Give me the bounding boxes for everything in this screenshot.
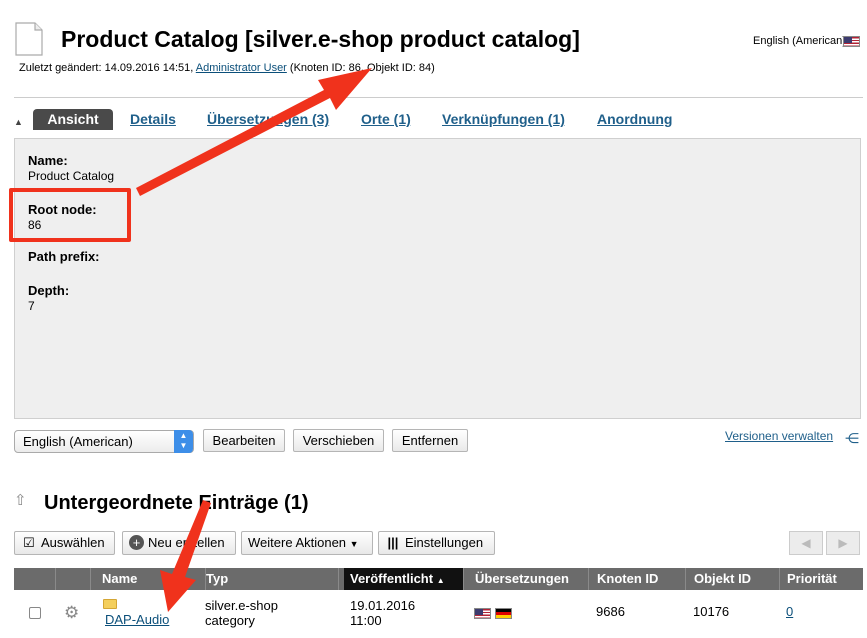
table-header: Name Typ Veröffentlicht ▲ Übersetzungen … <box>14 568 863 590</box>
select-button[interactable]: ☑ Auswählen <box>14 531 115 555</box>
divider <box>14 97 863 98</box>
col-select <box>14 568 56 590</box>
children-title: Untergeordnete Einträge (1) <box>44 492 309 514</box>
versions-icon[interactable]: ⋲ <box>845 430 859 447</box>
de-flag-icon[interactable] <box>495 608 512 619</box>
move-button[interactable]: Verschieben <box>293 429 384 452</box>
row-published-time: 11:00 <box>350 613 382 628</box>
sort-asc-icon: ▲ <box>436 576 445 585</box>
us-flag-icon <box>843 36 860 47</box>
next-page-button[interactable]: ▶ <box>826 531 860 555</box>
language-select[interactable]: English (American) ▲ ▼ <box>14 430 194 453</box>
language-label: English (American) <box>753 35 846 47</box>
page-title: Product Catalog [silver.e-shop product c… <box>61 26 580 52</box>
arrow-to-child-row <box>160 500 211 612</box>
name-value: Product Catalog <box>28 169 115 183</box>
prev-page-button[interactable]: ◀ <box>789 531 823 555</box>
more-actions-button[interactable]: Weitere Aktionen ▼ <box>241 531 373 555</box>
columns-icon: ||| <box>387 535 399 550</box>
gear-icon[interactable]: ⚙ <box>64 603 79 623</box>
tab-locations[interactable]: Orte (1) <box>361 111 411 127</box>
dropdown-triangle-icon: ▼ <box>349 539 359 549</box>
row-object-id: 10176 <box>693 604 730 619</box>
select-arrows-icon: ▲ ▼ <box>174 430 193 453</box>
col-priority[interactable]: Priorität <box>781 568 863 590</box>
path-prefix-label: Path prefix: <box>28 249 100 264</box>
row-type-line1: silver.e-shop <box>205 598 278 613</box>
row-checkbox[interactable] <box>29 607 41 619</box>
tab-links[interactable]: Verknüpfungen (1) <box>442 111 565 127</box>
manage-versions-link[interactable]: Versionen verwalten <box>725 429 833 443</box>
settings-button[interactable]: ||| Einstellungen <box>378 531 495 555</box>
col-type[interactable]: Typ <box>200 568 339 590</box>
tab-ansicht[interactable]: Ansicht <box>33 109 113 130</box>
col-translations[interactable]: Übersetzungen <box>469 568 589 590</box>
plus-icon: + <box>129 535 144 550</box>
modifier-user-link[interactable]: Administrator User <box>196 62 287 74</box>
highlight-box <box>9 188 131 242</box>
tab-translations[interactable]: Übersetzungen (3) <box>207 111 329 127</box>
name-label: Name: <box>28 153 68 168</box>
depth-value: 7 <box>28 299 35 313</box>
col-object-id[interactable]: Objekt ID <box>688 568 780 590</box>
edit-button[interactable]: Bearbeiten <box>203 429 285 452</box>
col-node-id[interactable]: Knoten ID <box>591 568 686 590</box>
modified-info: Zuletzt geändert: 14.09.2016 14:51, Admi… <box>19 62 435 74</box>
row-type-line2: category <box>205 613 255 628</box>
col-published[interactable]: Veröffentlicht ▲ <box>344 568 464 590</box>
collapse-triangle-icon[interactable]: ▲ <box>14 117 23 127</box>
document-icon <box>15 22 43 56</box>
us-flag-icon[interactable] <box>474 608 491 619</box>
remove-button[interactable]: Entfernen <box>392 429 468 452</box>
folder-icon <box>103 599 117 609</box>
row-name-link[interactable]: DAP-Audio <box>105 612 169 627</box>
up-arrow-icon[interactable]: ⇧ <box>14 491 27 509</box>
col-actions <box>56 568 91 590</box>
depth-label: Depth: <box>28 283 70 298</box>
attributes-panel <box>14 138 861 419</box>
tab-ordering[interactable]: Anordnung <box>597 111 672 127</box>
create-button[interactable]: + Neu erstellen <box>122 531 236 555</box>
tab-details[interactable]: Details <box>130 111 176 127</box>
row-node-id: 9686 <box>596 604 625 619</box>
row-priority-link[interactable]: 0 <box>786 604 793 619</box>
row-published-date: 19.01.2016 <box>350 598 416 613</box>
col-name[interactable]: Name <box>96 568 206 590</box>
checkbox-icon: ☑ <box>23 535 35 550</box>
